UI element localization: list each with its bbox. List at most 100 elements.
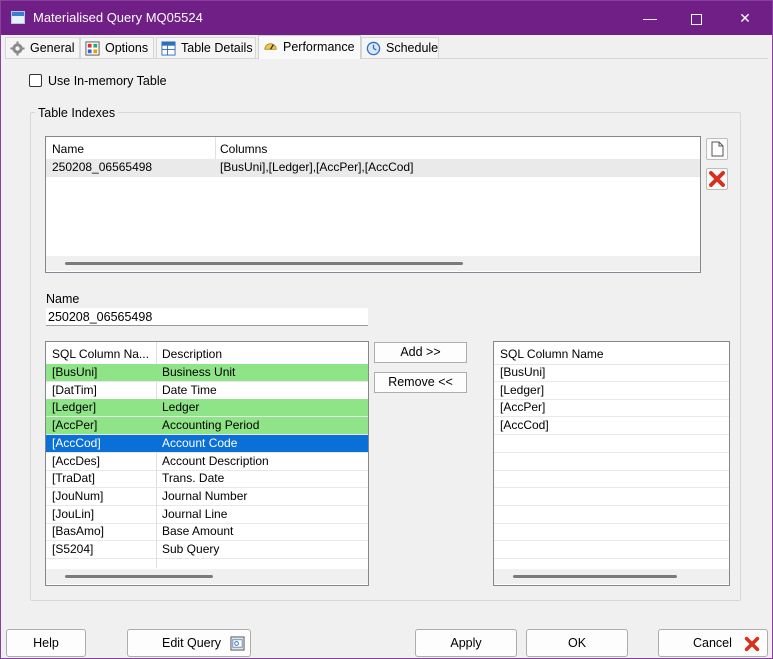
table-row[interactable]: [Ledger] Ledger: [46, 399, 368, 418]
sql-column-cell: [AccPer]: [52, 418, 98, 433]
available-scroll-thumb[interactable]: [65, 575, 213, 578]
edit-query-button[interactable]: Edit Query: [127, 629, 251, 657]
minimize-button[interactable]: —: [627, 1, 673, 35]
tab-general[interactable]: General: [5, 37, 80, 58]
performance-icon: [264, 43, 277, 50]
edit-query-label: Edit Query: [162, 636, 222, 650]
table-row[interactable]: [AccDes] Account Description: [46, 453, 368, 471]
sql-column-cell: [DatTim]: [52, 382, 97, 397]
selected-scrollbar[interactable]: [494, 569, 729, 584]
indexes-grid[interactable]: Name Columns 250208_06565498 [BusUni],[L…: [45, 136, 701, 273]
cancel-button[interactable]: Cancel: [658, 629, 768, 657]
delete-icon: [709, 171, 725, 187]
sql-column-cell: [AccDes]: [52, 453, 101, 468]
table-row[interactable]: [AccPer]: [494, 399, 729, 418]
tab-options[interactable]: Options: [80, 37, 154, 58]
tab-table-details-label: Table Details: [181, 41, 253, 55]
table-row[interactable]: [AccPer] Accounting Period: [46, 417, 368, 436]
tab-performance[interactable]: Performance: [258, 35, 361, 59]
title-bar[interactable]: Materialised Query MQ05524 — ✕: [1, 1, 772, 35]
tab-general-label: General: [30, 41, 75, 55]
description-cell: Trans. Date: [162, 471, 225, 486]
description-cell: Accounting Period: [162, 418, 260, 433]
table-icon: [161, 41, 176, 56]
maximize-button[interactable]: [673, 1, 719, 35]
sql-column-cell: [JouLin]: [52, 506, 95, 521]
app-window-icon: [11, 11, 25, 24]
table-row[interactable]: [TraDat] Trans. Date: [46, 470, 368, 489]
tab-table-details[interactable]: Table Details: [156, 37, 256, 58]
gear-icon: [10, 41, 25, 56]
description-cell: Ledger: [162, 400, 200, 415]
delete-index-button[interactable]: [706, 168, 728, 190]
description-cell: Sub Query: [162, 542, 220, 556]
description-cell: Date Time: [162, 382, 217, 397]
sql-column-cell: [AccPer]: [500, 400, 546, 415]
description-cell: Account Description: [162, 453, 269, 468]
table-row[interactable]: [JouLin] Journal Line: [46, 506, 368, 524]
dialog-window: Materialised Query MQ05524 — ✕ General O…: [0, 0, 773, 659]
indexes-scroll-thumb[interactable]: [65, 262, 463, 265]
apply-button[interactable]: Apply: [415, 629, 517, 657]
clock-icon: [366, 41, 381, 56]
available-scrollbar[interactable]: [46, 569, 368, 584]
tab-schedule[interactable]: Schedule: [361, 37, 439, 58]
available-grid-header: SQL Column Na... Description: [46, 342, 368, 365]
table-row[interactable]: [Ledger]: [494, 382, 729, 400]
sql-column-cell: [TraDat]: [52, 471, 95, 486]
remove-column-button[interactable]: Remove <<: [374, 372, 467, 393]
available-col-description[interactable]: Description: [162, 347, 222, 361]
table-indexes-title: Table Indexes: [35, 106, 119, 120]
table-row[interactable]: [AccCod]: [494, 417, 729, 436]
empty-row: [494, 541, 729, 559]
empty-row: [494, 523, 729, 542]
table-row[interactable]: [DatTim] Date Time: [46, 382, 368, 400]
available-columns-grid[interactable]: SQL Column Na... Description [BusUni] Bus…: [45, 341, 369, 586]
table-row[interactable]: [BusUni]: [494, 364, 729, 382]
cancel-x-icon: [744, 636, 760, 652]
query-icon: [230, 636, 245, 651]
indexes-scrollbar[interactable]: [46, 256, 700, 271]
table-row[interactable]: [AccCod] Account Code: [46, 434, 368, 453]
index-columns-cell: [BusUni],[Ledger],[AccPer],[AccCod]: [220, 160, 414, 174]
table-row[interactable]: [BusUni] Business Unit: [46, 364, 368, 382]
index-name-cell: 250208_06565498: [52, 160, 153, 174]
add-column-button[interactable]: Add >>: [374, 342, 467, 363]
indexes-col-columns[interactable]: Columns: [220, 142, 267, 156]
selected-grid-header: SQL Column Name: [494, 342, 729, 365]
index-name-input[interactable]: 250208_06565498: [46, 308, 368, 326]
selected-scroll-thumb[interactable]: [513, 575, 677, 578]
empty-row: [494, 435, 729, 453]
new-index-button[interactable]: [706, 138, 728, 160]
ok-button[interactable]: OK: [526, 629, 628, 657]
indexes-grid-header: Name Columns: [46, 137, 700, 160]
window-title: Materialised Query MQ05524: [33, 10, 203, 25]
sql-column-cell: [AccCod]: [500, 418, 549, 433]
table-row[interactable]: [BasAmo] Base Amount: [46, 523, 368, 542]
table-row[interactable]: [S5204] Sub Query: [46, 541, 368, 559]
description-cell: Business Unit: [162, 365, 236, 379]
description-cell: Account Code: [162, 435, 238, 450]
indexes-col-name[interactable]: Name: [52, 142, 84, 156]
cancel-label: Cancel: [693, 636, 732, 650]
selected-columns-grid[interactable]: SQL Column Name [BusUni] [Ledger] [AccPer]…: [493, 341, 730, 586]
sql-column-cell: [BusUni]: [52, 365, 98, 379]
sql-column-cell: [BusUni]: [500, 365, 546, 379]
table-row[interactable]: [JouNum] Journal Number: [46, 488, 368, 506]
in-memory-checkbox[interactable]: [29, 74, 42, 87]
sql-column-cell: [JouNum]: [52, 488, 104, 503]
description-cell: Journal Line: [162, 506, 228, 521]
sql-column-cell: [AccCod]: [52, 435, 101, 450]
available-col-sql-name[interactable]: SQL Column Na...: [52, 347, 149, 361]
options-icon: [85, 41, 100, 56]
empty-row: [494, 470, 729, 489]
table-row[interactable]: 250208_06565498 [BusUni],[Ledger],[AccPe…: [46, 159, 700, 177]
help-button[interactable]: Help: [6, 629, 86, 657]
close-button[interactable]: ✕: [722, 1, 768, 35]
tab-schedule-label: Schedule: [386, 41, 439, 55]
new-document-icon: [711, 141, 724, 157]
selected-col-sql-name[interactable]: SQL Column Name: [500, 347, 604, 361]
empty-row: [494, 488, 729, 506]
maximize-icon: [690, 13, 702, 25]
description-cell: Base Amount: [162, 524, 234, 539]
